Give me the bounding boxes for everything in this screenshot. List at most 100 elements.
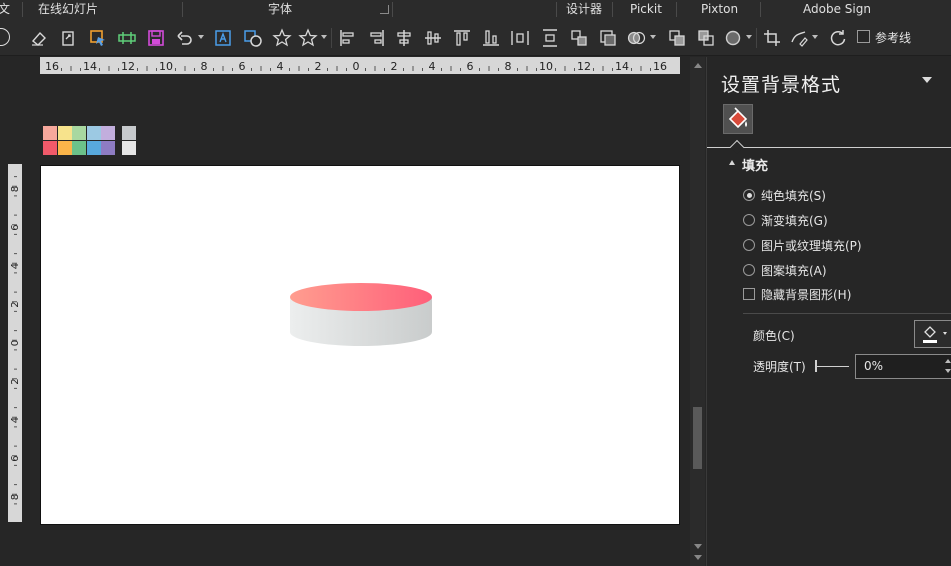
h-ruler-label: 6 xyxy=(239,60,246,73)
edit-points-icon[interactable] xyxy=(789,28,809,48)
horizontal-ruler[interactable]: 16 14 12 10 8 6 4 2 0 2 4 6 8 10 12 14 16 xyxy=(40,57,680,74)
color-picker-button[interactable] xyxy=(914,320,951,348)
bring-forward-icon[interactable] xyxy=(667,28,687,48)
star-shape-icon[interactable] xyxy=(272,28,292,48)
merge-dropdown-caret[interactable] xyxy=(650,35,656,39)
v-ruler-label: 4 xyxy=(10,417,21,423)
select-pane-icon[interactable] xyxy=(88,28,108,48)
shape-insert-icon[interactable] xyxy=(243,28,263,48)
tab-indicator xyxy=(729,139,745,155)
cylinder-shape[interactable] xyxy=(41,166,681,526)
h-ruler-label: 14 xyxy=(615,60,629,73)
color-swatch[interactable] xyxy=(101,126,115,140)
h-ruler-label: 16 xyxy=(653,60,667,73)
align-bottom-icon[interactable] xyxy=(481,28,501,48)
partial-icon[interactable] xyxy=(0,28,10,46)
group-separator xyxy=(182,2,183,17)
h-ruler-label: 2 xyxy=(315,60,322,73)
color-swatch[interactable] xyxy=(72,141,86,155)
vertical-ruler[interactable]: 8 6 4 2 0 2 4 6 8 xyxy=(8,164,22,522)
star-dropdown-caret[interactable] xyxy=(321,35,327,39)
group-separator xyxy=(22,2,23,17)
v-ruler-label: 4 xyxy=(10,263,21,269)
color-swatch[interactable] xyxy=(101,141,115,155)
spin-down-icon[interactable] xyxy=(945,369,951,373)
color-label: 颜色(C) xyxy=(753,329,795,343)
align-right-icon[interactable] xyxy=(366,28,386,48)
guides-label: 参考线 xyxy=(875,31,912,45)
fill-section-header[interactable]: 填充 xyxy=(742,155,768,174)
crop-icon[interactable] xyxy=(762,28,782,48)
align-distribute-icon[interactable] xyxy=(117,28,137,48)
eraser-icon[interactable] xyxy=(29,28,49,48)
color-swatch[interactable] xyxy=(43,126,57,140)
shape-fill-icon[interactable] xyxy=(723,28,743,48)
fill-tab[interactable] xyxy=(723,104,753,134)
color-swatch[interactable] xyxy=(72,126,86,140)
paint-bucket-icon xyxy=(728,107,748,129)
group-label-adobe-sign: Adobe Sign xyxy=(803,2,871,16)
pattern-fill-label: 图案填充(A) xyxy=(761,264,827,278)
h-ruler-label: 8 xyxy=(505,60,512,73)
align-center-icon[interactable] xyxy=(394,28,414,48)
transparency-label: 透明度(T) xyxy=(753,360,806,374)
quick-toolbar: 参考线 xyxy=(0,19,951,56)
align-left-icon[interactable] xyxy=(338,28,358,48)
h-ruler-label: 12 xyxy=(577,60,591,73)
undo-icon[interactable] xyxy=(175,28,195,48)
h-ruler-label: 4 xyxy=(277,60,284,73)
undo-dropdown-caret[interactable] xyxy=(198,35,204,39)
distribute-vertical-icon[interactable] xyxy=(540,28,560,48)
gradient-fill-radio[interactable] xyxy=(743,214,755,226)
color-swatch[interactable] xyxy=(121,126,136,140)
transparency-slider-handle[interactable] xyxy=(815,360,817,372)
picture-fill-label: 图片或纹理填充(P) xyxy=(761,239,862,253)
export-icon[interactable] xyxy=(58,28,78,48)
merge-shapes-icon[interactable] xyxy=(626,28,646,48)
picture-fill-radio[interactable] xyxy=(743,239,755,251)
align-middle-icon[interactable] xyxy=(423,28,443,48)
save-icon[interactable] xyxy=(146,28,166,48)
scroll-down-arrow-icon[interactable] xyxy=(694,544,702,549)
transparency-input[interactable]: 0% xyxy=(855,354,951,379)
fill-color-icon xyxy=(923,326,947,343)
distribute-horizontal-icon[interactable] xyxy=(510,28,530,48)
color-swatch[interactable] xyxy=(57,141,72,155)
text-box-icon[interactable] xyxy=(213,28,233,48)
group-label-font: 字体 xyxy=(268,2,293,16)
fill-dropdown-caret[interactable] xyxy=(746,35,752,39)
group-separator xyxy=(760,2,761,17)
solid-fill-radio[interactable] xyxy=(743,189,755,201)
spin-up-icon[interactable] xyxy=(945,359,951,363)
star-outline-icon[interactable] xyxy=(298,28,318,48)
color-swatch[interactable] xyxy=(43,141,57,155)
color-swatch[interactable] xyxy=(57,126,72,140)
panel-options-caret-icon[interactable] xyxy=(922,77,932,83)
slide-canvas[interactable] xyxy=(40,165,680,525)
scrollbar-thumb[interactable] xyxy=(693,407,702,469)
h-ruler-label: 12 xyxy=(121,60,135,73)
guides-checkbox[interactable] xyxy=(857,30,870,43)
align-top-icon[interactable] xyxy=(452,28,472,48)
group-objects-icon[interactable] xyxy=(569,28,589,48)
font-dialog-launcher-icon[interactable] xyxy=(380,5,389,14)
send-backward-icon[interactable] xyxy=(696,28,716,48)
collapse-arrow-icon[interactable] xyxy=(729,160,735,165)
group-label-pickit: Pickit xyxy=(630,2,662,16)
ungroup-icon[interactable] xyxy=(598,28,618,48)
hide-background-checkbox[interactable] xyxy=(743,288,755,300)
pattern-fill-radio[interactable] xyxy=(743,264,755,276)
next-slide-arrow-icon[interactable] xyxy=(694,555,702,560)
color-swatch[interactable] xyxy=(86,141,101,155)
group-separator xyxy=(612,2,613,17)
vertical-scrollbar[interactable] xyxy=(690,57,705,566)
color-swatch[interactable] xyxy=(121,141,136,155)
scroll-up-arrow-icon[interactable] xyxy=(694,63,702,68)
edit-dropdown-caret[interactable] xyxy=(812,35,818,39)
rotate-icon[interactable] xyxy=(828,28,848,48)
toolbar-separator xyxy=(331,28,332,48)
group-label-pixton: Pixton xyxy=(701,2,739,16)
gradient-fill-label: 渐变填充(G) xyxy=(761,214,828,228)
color-swatch[interactable] xyxy=(86,126,101,140)
transparency-slider[interactable] xyxy=(815,366,849,367)
